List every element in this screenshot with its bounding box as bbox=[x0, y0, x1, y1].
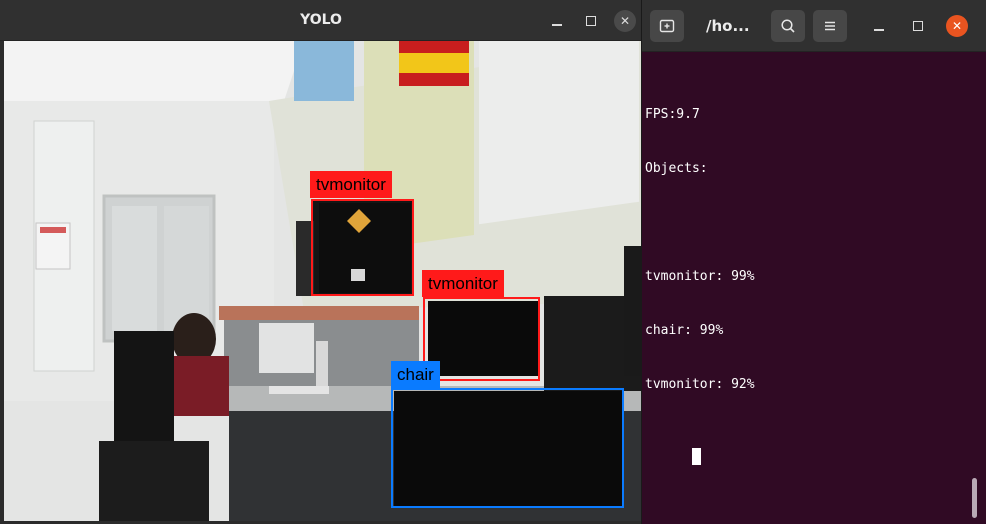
terminal-close-button[interactable]: ✕ bbox=[946, 15, 968, 37]
detection-box-tvmonitor-1 bbox=[311, 199, 414, 296]
hamburger-menu-icon bbox=[825, 21, 835, 31]
terminal-window: /ho... ✕ FPS:9.7 Objects: tvmonitor: 99%… bbox=[642, 0, 986, 524]
terminal-line: tvmonitor: 99% bbox=[645, 269, 755, 284]
yolo-window: YOLO ✕ tvmonitor tvmonitor chair bbox=[0, 0, 642, 524]
terminal-line: tvmonitor: 92% bbox=[645, 377, 755, 392]
menu-button[interactable] bbox=[813, 10, 847, 42]
detection-box-chair bbox=[391, 388, 624, 508]
text-cursor bbox=[691, 448, 701, 465]
minimize-icon bbox=[552, 24, 562, 26]
terminal-line: Objects: bbox=[645, 161, 708, 176]
detection-label-chair: chair bbox=[391, 361, 440, 388]
new-tab-icon bbox=[659, 19, 675, 33]
close-icon: ✕ bbox=[951, 19, 963, 33]
minimize-button[interactable] bbox=[546, 10, 568, 32]
search-button[interactable] bbox=[771, 10, 805, 42]
detection-box-tvmonitor-2 bbox=[423, 297, 540, 381]
terminal-line: FPS:9.7 bbox=[645, 107, 700, 122]
detection-label-tvmonitor-1: tvmonitor bbox=[310, 171, 392, 198]
yolo-titlebar[interactable]: YOLO ✕ bbox=[0, 0, 641, 41]
terminal-minimize-button[interactable] bbox=[868, 15, 890, 37]
maximize-button[interactable] bbox=[580, 10, 602, 32]
close-icon: ✕ bbox=[619, 14, 631, 28]
terminal-maximize-button[interactable] bbox=[907, 15, 929, 37]
search-icon bbox=[781, 19, 795, 33]
terminal-output[interactable]: FPS:9.7 Objects: tvmonitor: 99% chair: 9… bbox=[645, 70, 965, 484]
minimize-icon bbox=[874, 29, 884, 31]
terminal-title: /ho... bbox=[706, 17, 750, 35]
terminal-line: chair: 99% bbox=[645, 323, 724, 338]
terminal-headerbar[interactable]: /ho... ✕ bbox=[642, 0, 986, 52]
terminal-scrollbar[interactable] bbox=[972, 478, 977, 518]
maximize-icon bbox=[586, 16, 596, 26]
camera-feed: tvmonitor tvmonitor chair bbox=[4, 41, 641, 521]
close-button[interactable]: ✕ bbox=[614, 10, 636, 32]
new-tab-button[interactable] bbox=[650, 10, 684, 42]
detection-label-tvmonitor-2: tvmonitor bbox=[422, 270, 504, 297]
terminal-cursor-line bbox=[645, 430, 965, 465]
maximize-icon bbox=[913, 21, 923, 31]
